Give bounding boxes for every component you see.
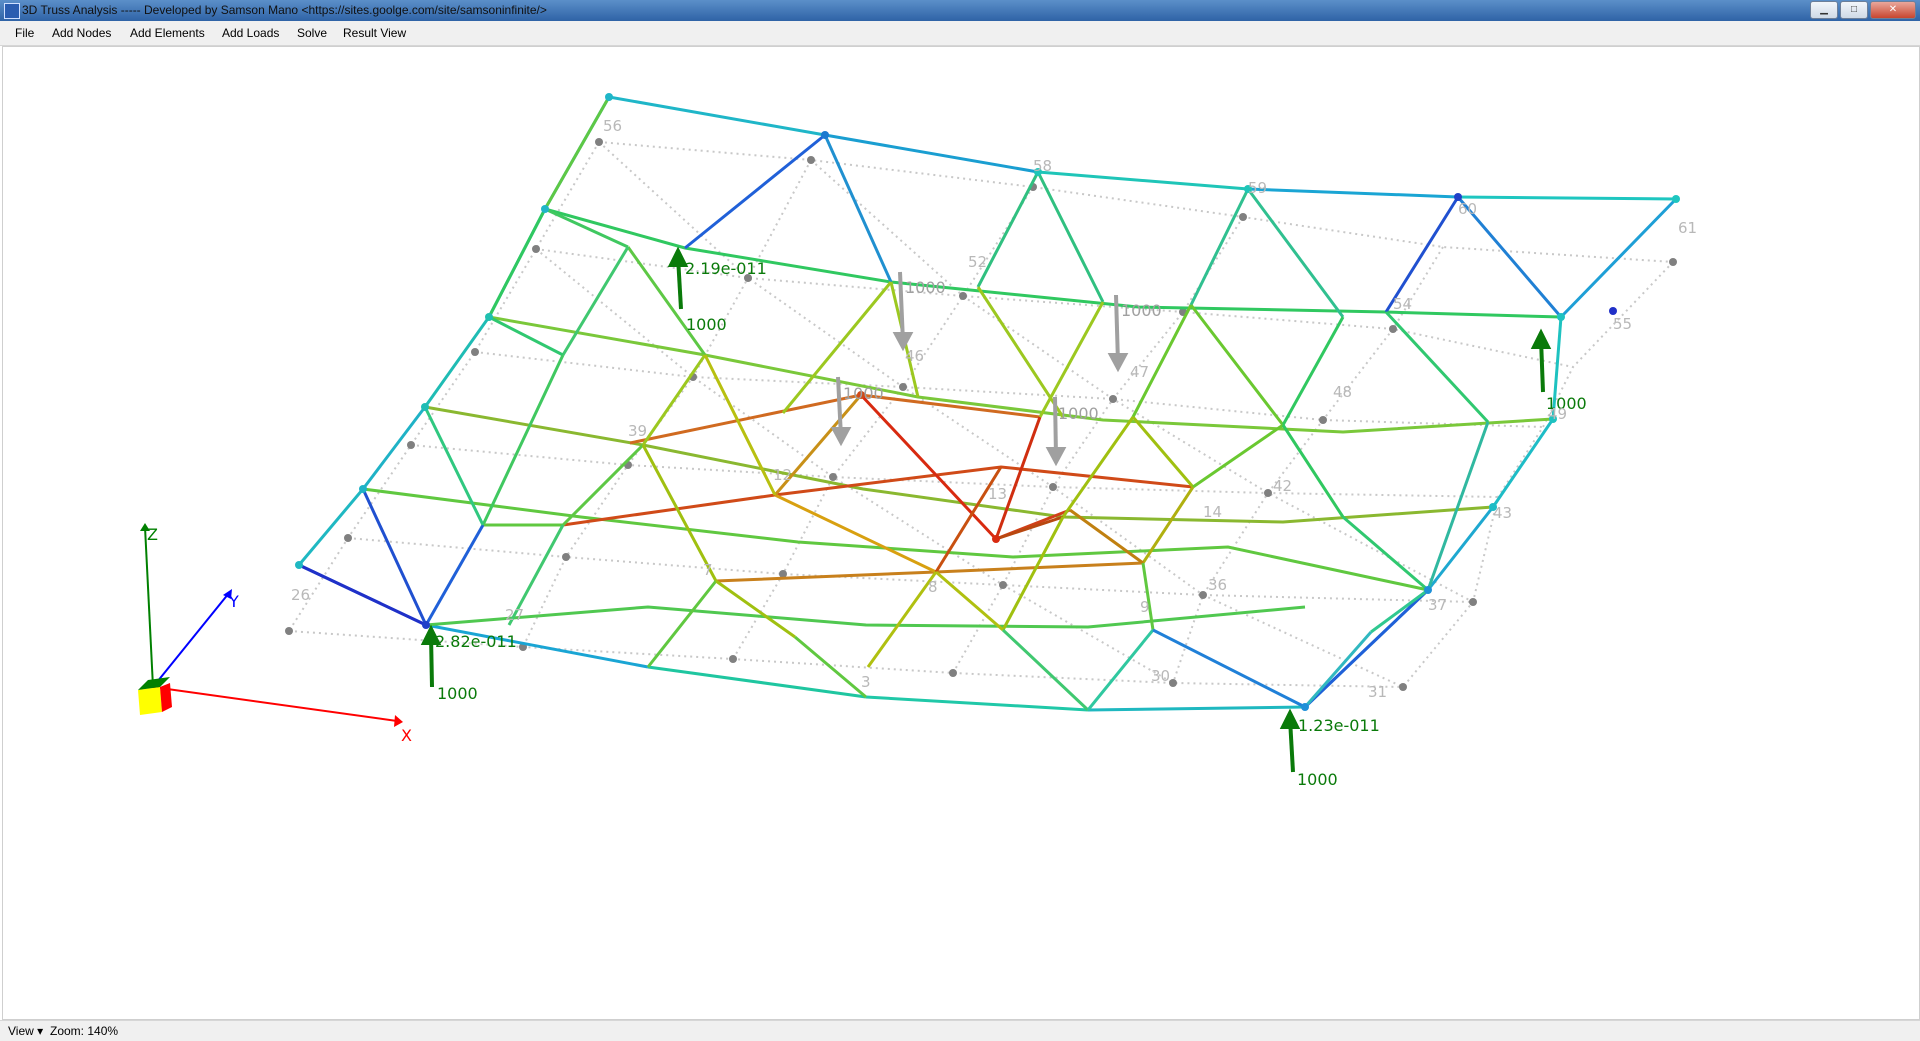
load-label: 1000 (843, 384, 884, 403)
axis-label-y: Y (228, 592, 239, 611)
reaction-value: 1.23e-011 (1298, 716, 1380, 735)
load-label: 1000 (1121, 301, 1162, 320)
svg-text:42: 42 (1273, 477, 1292, 495)
window-title: 3D Truss Analysis ----- Developed by Sam… (22, 3, 547, 17)
svg-text:47: 47 (1130, 363, 1149, 381)
view-dropdown[interactable]: View ▾ (8, 1024, 43, 1038)
svg-text:60: 60 (1458, 200, 1477, 218)
truss-graphics[interactable]: 1000 1000 1000 1000 2.19e-011 1000 2.82e… (3, 47, 1919, 1019)
svg-text:46: 46 (905, 347, 924, 365)
truss-viewport[interactable]: 1000 1000 1000 1000 2.19e-011 1000 2.82e… (2, 46, 1920, 1020)
svg-text:49: 49 (1548, 405, 1567, 423)
load-label: 1000 (1058, 404, 1099, 423)
menu-bar: File Add Nodes Add Elements Add Loads So… (0, 21, 1920, 46)
menu-add-loads[interactable]: Add Loads (222, 26, 279, 40)
svg-text:30: 30 (1151, 667, 1170, 685)
load-label: 1000 (905, 278, 946, 297)
menu-file[interactable]: File (15, 26, 34, 40)
axis-label-x: X (401, 726, 412, 745)
svg-text:27: 27 (505, 606, 524, 624)
svg-text:12: 12 (773, 466, 792, 484)
load-label: 1000 (437, 684, 478, 703)
svg-text:39: 39 (628, 422, 647, 440)
undeformed-mesh (288, 141, 1674, 688)
svg-text:54: 54 (1393, 295, 1412, 313)
menu-add-nodes[interactable]: Add Nodes (52, 26, 111, 40)
svg-text:37: 37 (1428, 596, 1447, 614)
svg-text:13: 13 (988, 485, 1007, 503)
load-label: 1000 (686, 315, 727, 334)
svg-text:56: 56 (603, 117, 622, 135)
status-bar: View ▾ Zoom: 140% (0, 1020, 1920, 1041)
load-label: 1000 (1297, 770, 1338, 789)
svg-text:59: 59 (1248, 179, 1267, 197)
svg-text:43: 43 (1493, 504, 1512, 522)
reaction-value: 2.19e-011 (685, 259, 767, 278)
undeformed-nodes (285, 138, 1677, 691)
menu-solve[interactable]: Solve (297, 26, 327, 40)
svg-text:61: 61 (1678, 219, 1697, 237)
svg-text:31: 31 (1368, 683, 1387, 701)
svg-text:9: 9 (1140, 598, 1150, 616)
svg-text:3: 3 (861, 673, 871, 691)
svg-text:8: 8 (928, 578, 938, 596)
svg-text:58: 58 (1033, 157, 1052, 175)
menu-add-elements[interactable]: Add Elements (130, 26, 205, 40)
app-icon (4, 3, 20, 19)
svg-text:26: 26 (291, 586, 310, 604)
svg-text:36: 36 (1208, 576, 1227, 594)
title-bar: 3D Truss Analysis ----- Developed by Sam… (0, 0, 1920, 21)
node-number-labels: 56 58 59 60 61 52 54 55 46 47 48 49 39 1… (291, 117, 1697, 701)
maximize-icon[interactable]: □ (1840, 1, 1868, 19)
menu-result-view[interactable]: Result View (343, 26, 406, 40)
window-controls: ▁ □ ✕ (1810, 1, 1916, 19)
svg-text:7: 7 (703, 561, 713, 579)
svg-text:55: 55 (1613, 315, 1632, 333)
close-icon[interactable]: ✕ (1870, 1, 1916, 19)
axis-label-z: Z (147, 525, 158, 544)
axis-triad: X Y Z (138, 523, 412, 745)
minimize-icon[interactable]: ▁ (1810, 1, 1838, 19)
svg-text:48: 48 (1333, 383, 1352, 401)
svg-text:14: 14 (1203, 503, 1222, 521)
reaction-value: 2.82e-011 (435, 632, 517, 651)
svg-text:52: 52 (968, 253, 987, 271)
zoom-readout: Zoom: 140% (50, 1024, 119, 1038)
